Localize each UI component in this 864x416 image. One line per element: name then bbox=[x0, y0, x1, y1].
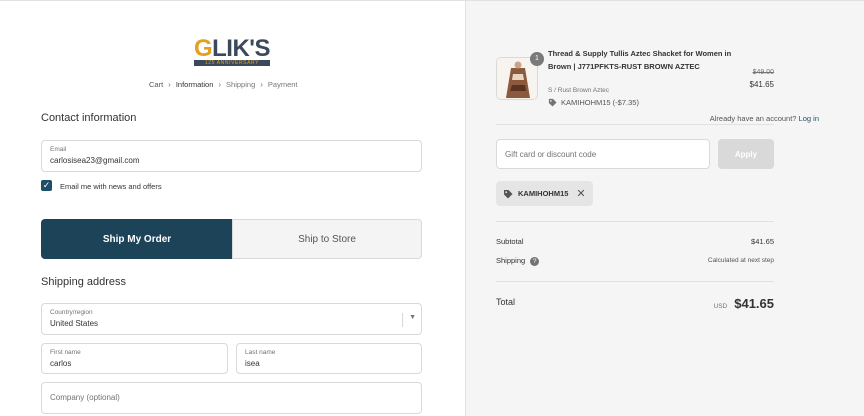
store-logo[interactable]: GLIK'S 125 ANNIVERSARY bbox=[191, 35, 273, 68]
subtotal-label: Subtotal bbox=[496, 237, 524, 246]
newsletter-checkbox[interactable]: ✓ bbox=[41, 180, 52, 191]
close-icon[interactable]: ✕ bbox=[576, 187, 585, 200]
applied-discount-chip: KAMIHOHM15 ✕ bbox=[496, 181, 593, 206]
company-field[interactable]: Company (optional) bbox=[41, 382, 422, 414]
shipping-address-title: Shipping address bbox=[41, 276, 127, 288]
total-currency: USD bbox=[713, 303, 728, 310]
last-name-value: isea bbox=[245, 359, 260, 368]
tag-icon bbox=[548, 98, 557, 107]
logo-brand-initial: G bbox=[193, 35, 213, 62]
check-icon: ✓ bbox=[42, 180, 51, 190]
quantity-badge: 1 bbox=[530, 52, 544, 66]
subtotal-value: $41.65 bbox=[751, 237, 774, 246]
contact-title: Contact information bbox=[41, 112, 137, 124]
chevron-right-icon: › bbox=[218, 80, 222, 89]
shipping-label: Shipping bbox=[496, 256, 526, 265]
last-name-field[interactable]: Last name isea bbox=[236, 343, 422, 374]
divider bbox=[496, 221, 774, 222]
price-original: $49.00 bbox=[752, 69, 774, 76]
divider bbox=[496, 281, 774, 282]
shipping-row: Shipping? bbox=[496, 256, 540, 266]
tag-icon bbox=[504, 189, 513, 198]
first-name-value: carlos bbox=[50, 359, 72, 368]
country-select[interactable]: Country/region United States ▼ bbox=[41, 303, 422, 335]
applied-discount-code: KAMIHOHM15 bbox=[518, 189, 569, 198]
account-prompt: Already have an account? Log in bbox=[710, 114, 819, 123]
product-discount-text: KAMIHOHM15 (-$7.35) bbox=[561, 98, 639, 107]
product-variant: S / Rust Brown Aztec bbox=[548, 87, 610, 94]
chevron-down-icon: ▼ bbox=[409, 314, 416, 321]
logo-tagline: 125 ANNIVERSARY bbox=[194, 60, 270, 66]
email-field[interactable]: Email carlosisea23@gmail.com bbox=[41, 140, 422, 172]
logo-brand-rest: LIK'S bbox=[212, 35, 271, 62]
country-value: United States bbox=[50, 319, 99, 328]
chevron-right-icon: › bbox=[168, 80, 171, 89]
newsletter-label: Email me with news and offers bbox=[60, 182, 162, 191]
total-value: $41.65 bbox=[734, 296, 774, 311]
divider bbox=[496, 124, 774, 125]
shipping-value: Calculated at next step bbox=[707, 257, 774, 264]
ship-to-store-button[interactable]: Ship to Store bbox=[232, 219, 422, 259]
total-label: Total bbox=[496, 297, 516, 307]
product-discount: KAMIHOHM15 (-$7.35) bbox=[548, 98, 639, 107]
help-icon[interactable]: ? bbox=[530, 256, 540, 266]
total-amount: USD $41.65 bbox=[714, 296, 775, 311]
first-name-label: First name bbox=[50, 349, 81, 356]
ship-my-order-button[interactable]: Ship My Order bbox=[41, 219, 233, 259]
breadcrumb: Cart › Information › Shipping › Payment bbox=[149, 80, 298, 89]
breadcrumb-payment: Payment bbox=[267, 80, 298, 89]
account-prompt-text: Already have an account? bbox=[709, 114, 797, 123]
company-placeholder: Company (optional) bbox=[50, 393, 120, 402]
price-final: $41.65 bbox=[749, 80, 774, 89]
breadcrumb-shipping: Shipping bbox=[226, 80, 256, 89]
last-name-label: Last name bbox=[245, 349, 276, 356]
breadcrumb-cart[interactable]: Cart bbox=[149, 80, 163, 89]
discount-code-placeholder: Gift card or discount code bbox=[505, 150, 597, 159]
breadcrumb-information: Information bbox=[175, 80, 214, 89]
first-name-field[interactable]: First name carlos bbox=[41, 343, 228, 374]
select-divider bbox=[402, 313, 403, 327]
email-label: Email bbox=[50, 146, 67, 153]
product-name: Thread & Supply Tullis Aztec Shacket for… bbox=[548, 49, 732, 71]
country-label: Country/region bbox=[50, 309, 93, 316]
apply-button[interactable]: Apply bbox=[718, 139, 774, 169]
email-value: carlosisea23@gmail.com bbox=[50, 156, 140, 165]
login-link[interactable]: Log in bbox=[799, 114, 819, 123]
chevron-right-icon: › bbox=[260, 80, 263, 89]
discount-code-input[interactable]: Gift card or discount code bbox=[496, 139, 710, 169]
